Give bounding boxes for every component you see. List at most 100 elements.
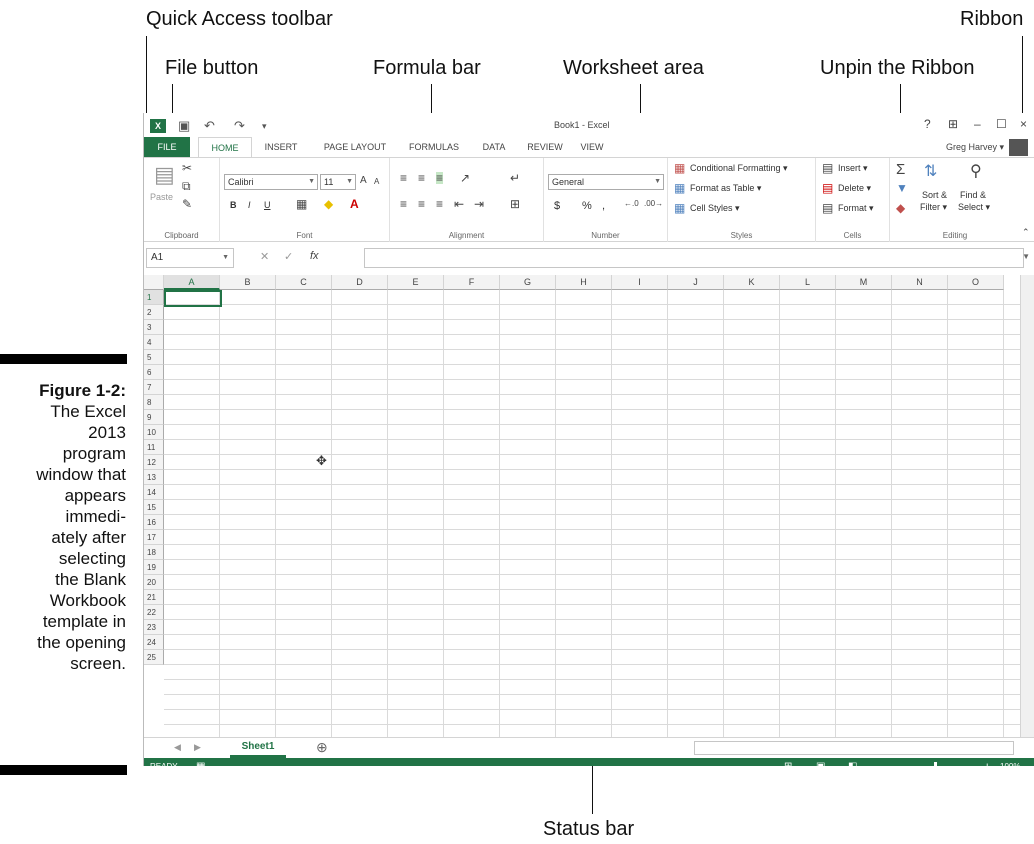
page-break-view-icon[interactable]: ◧ <box>848 758 857 766</box>
row-header[interactable]: 25 <box>144 650 164 665</box>
merge-center-icon[interactable]: ⊞ <box>510 198 520 210</box>
zoom-level[interactable]: 100% <box>1000 758 1020 766</box>
select-all-corner[interactable] <box>144 275 164 290</box>
bold-button[interactable]: B <box>230 200 237 210</box>
sort-filter-icon[interactable]: ⇅ <box>924 164 937 180</box>
underline-button[interactable]: U <box>264 200 271 210</box>
active-cell[interactable] <box>164 290 222 307</box>
row-header[interactable]: 11 <box>144 440 164 455</box>
zoom-in-icon[interactable]: + <box>984 758 990 766</box>
avatar[interactable] <box>1009 139 1028 156</box>
sort-filter-label-2[interactable]: Filter ▾ <box>920 202 947 213</box>
tab-file[interactable]: FILE <box>144 137 190 157</box>
undo-icon[interactable]: ↶ <box>204 118 215 134</box>
row-header[interactable]: 16 <box>144 515 164 530</box>
paste-icon[interactable]: ▤ <box>154 164 175 186</box>
column-header[interactable]: G <box>500 275 556 290</box>
row-header[interactable]: 2 <box>144 305 164 320</box>
row-header[interactable]: 17 <box>144 530 164 545</box>
formula-input[interactable] <box>364 248 1024 268</box>
format-as-table-button[interactable]: Format as Table ▾ <box>690 183 761 194</box>
minimize-icon[interactable]: – <box>974 117 981 131</box>
row-header[interactable]: 6 <box>144 365 164 380</box>
row-header[interactable]: 9 <box>144 410 164 425</box>
fill-icon[interactable]: ▼ <box>896 182 908 194</box>
maximize-icon[interactable]: ☐ <box>996 117 1007 131</box>
increase-decimal-icon[interactable]: ←.0 <box>624 200 639 208</box>
enter-icon[interactable]: ✓ <box>284 250 293 263</box>
fill-color-icon[interactable]: ◆ <box>324 198 333 210</box>
copy-icon[interactable]: ⧉ <box>182 180 191 192</box>
sheet-next-icon[interactable]: ▶ <box>194 742 201 753</box>
row-header[interactable]: 23 <box>144 620 164 635</box>
row-header[interactable]: 20 <box>144 575 164 590</box>
name-box[interactable]: A1 ▼ <box>146 248 234 268</box>
macro-record-icon[interactable]: ▦ <box>196 758 205 766</box>
find-select-label[interactable]: Find & <box>960 190 986 200</box>
tab-view[interactable]: VIEW <box>572 137 612 157</box>
column-header[interactable]: F <box>444 275 500 290</box>
user-name[interactable]: Greg Harvey ▾ <box>946 142 1004 153</box>
column-header[interactable]: H <box>556 275 612 290</box>
align-top-icon[interactable]: ≡ <box>400 172 407 184</box>
row-header[interactable]: 15 <box>144 500 164 515</box>
column-header[interactable]: O <box>948 275 1004 290</box>
close-icon[interactable]: × <box>1020 117 1027 131</box>
increase-indent-icon[interactable]: ⇥ <box>474 198 484 210</box>
row-header[interactable]: 1 <box>144 290 164 305</box>
font-name-select[interactable]: Calibri ▼ <box>224 174 318 190</box>
row-header[interactable]: 12 <box>144 455 164 470</box>
column-header[interactable]: L <box>780 275 836 290</box>
find-select-label-2[interactable]: Select ▾ <box>958 202 990 213</box>
row-header[interactable]: 14 <box>144 485 164 500</box>
column-header[interactable]: A <box>164 275 220 290</box>
tab-home[interactable]: HOME <box>198 137 252 158</box>
redo-icon[interactable]: ↷ <box>234 118 245 134</box>
autosum-icon[interactable]: Σ <box>896 162 905 177</box>
insert-cells-button[interactable]: Insert ▾ <box>838 163 868 174</box>
row-header[interactable]: 10 <box>144 425 164 440</box>
wrap-text-icon[interactable]: ↵ <box>510 172 520 184</box>
cell-styles-button[interactable]: Cell Styles ▾ <box>690 203 740 214</box>
comma-button[interactable]: , <box>602 200 605 212</box>
save-icon[interactable]: ▣ <box>178 118 190 134</box>
cell-area[interactable] <box>164 290 1020 737</box>
delete-cells-button[interactable]: Delete ▾ <box>838 183 871 194</box>
tab-data[interactable]: DATA <box>472 137 516 157</box>
zoom-out-icon[interactable]: – <box>880 758 886 766</box>
vertical-scrollbar[interactable] <box>1020 275 1034 737</box>
column-header[interactable]: M <box>836 275 892 290</box>
align-bottom-icon[interactable]: ≡ <box>436 172 444 184</box>
decrease-decimal-icon[interactable]: .00→ <box>644 200 663 208</box>
shrink-font-icon[interactable]: A <box>374 178 379 186</box>
row-header[interactable]: 7 <box>144 380 164 395</box>
tab-review[interactable]: REVIEW <box>520 137 570 157</box>
normal-view-icon[interactable]: ⊞ <box>784 758 792 766</box>
help-icon[interactable]: ? <box>924 117 931 131</box>
row-header[interactable]: 24 <box>144 635 164 650</box>
cut-icon[interactable]: ✂ <box>182 162 192 174</box>
conditional-formatting-button[interactable]: Conditional Formatting ▾ <box>690 163 788 174</box>
column-header[interactable]: N <box>892 275 948 290</box>
tab-insert[interactable]: INSERT <box>256 137 306 157</box>
column-header[interactable]: D <box>332 275 388 290</box>
borders-icon[interactable]: ▦ <box>296 198 307 210</box>
format-painter-icon[interactable]: ✎ <box>182 198 192 210</box>
row-header[interactable]: 13 <box>144 470 164 485</box>
customize-qat-icon[interactable]: ▾ <box>262 121 267 132</box>
paste-button[interactable]: Paste <box>150 192 173 202</box>
column-header[interactable]: E <box>388 275 444 290</box>
percent-button[interactable]: % <box>582 200 592 212</box>
page-layout-view-icon[interactable]: ▣ <box>816 758 825 766</box>
sort-filter-label[interactable]: Sort & <box>922 190 947 200</box>
row-header[interactable]: 3 <box>144 320 164 335</box>
column-header[interactable]: K <box>724 275 780 290</box>
tab-page-layout[interactable]: PAGE LAYOUT <box>314 137 396 157</box>
row-header[interactable]: 22 <box>144 605 164 620</box>
binoculars-icon[interactable]: ⚲ <box>970 164 982 180</box>
number-format-select[interactable]: General ▼ <box>548 174 664 190</box>
row-header[interactable]: 19 <box>144 560 164 575</box>
worksheet-grid[interactable]: ✥ A B C D E F G H I J K L M N O 1 2 3 4 5 6 7 8 9 10 11 12 13 14 15 16… <box>144 275 1020 737</box>
row-header[interactable]: 21 <box>144 590 164 605</box>
excel-logo-icon[interactable]: X <box>150 119 166 133</box>
